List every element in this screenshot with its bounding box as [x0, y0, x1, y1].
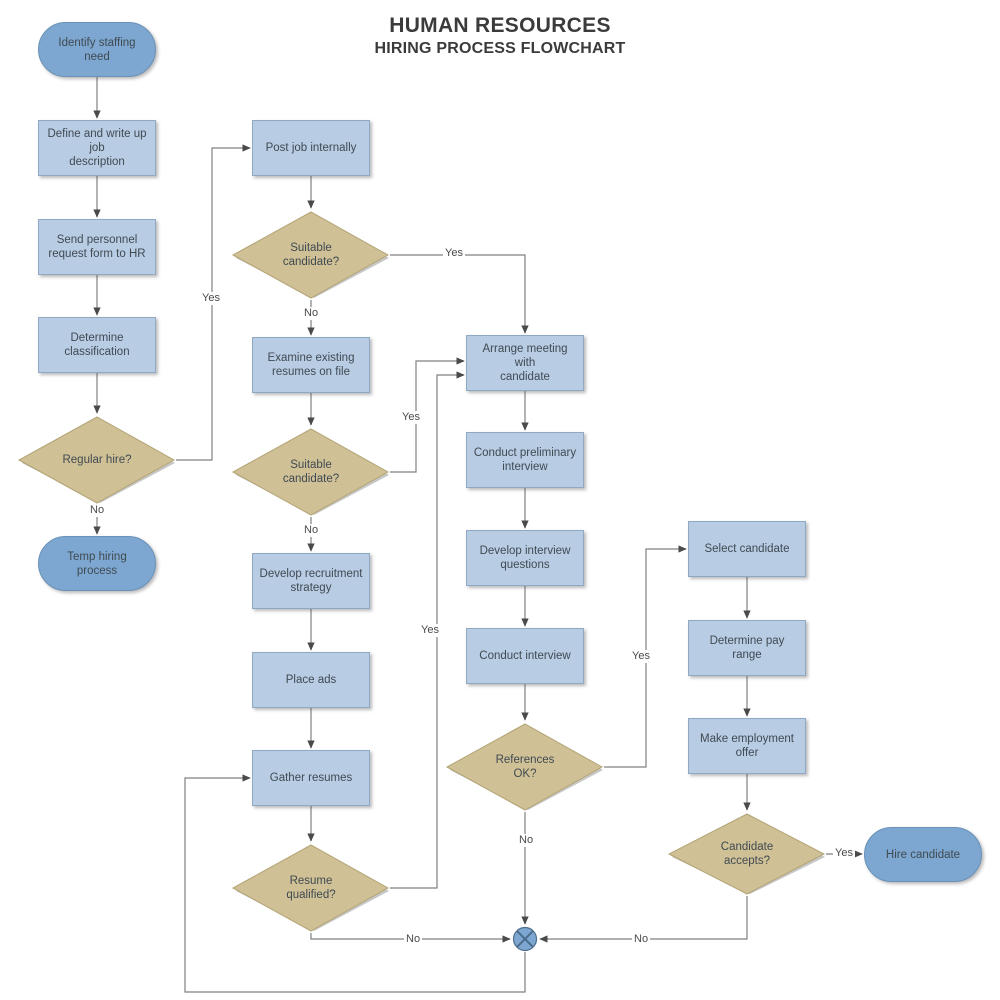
node-label: Suitable candidate? [282, 459, 340, 485]
node-label: Gather resumes [269, 772, 353, 784]
node-make_offer[interactable]: Make employment offer [688, 718, 806, 774]
node-temp_hiring[interactable]: Temp hiring process [38, 536, 156, 591]
chart-title-block: HUMAN RESOURCES HIRING PROCESS FLOWCHART [300, 14, 700, 58]
node-label: Hire candidate [885, 848, 961, 861]
edge-label-lbl_references_no: No [517, 834, 536, 847]
node-resume_qualified[interactable]: Resume qualified? [232, 843, 390, 933]
edge-label-lbl_references_yes: Yes [630, 650, 652, 663]
node-label: Conduct preliminary interview [473, 447, 577, 473]
node-conduct_interview[interactable]: Conduct interview [466, 628, 584, 684]
node-label: Post job internally [265, 142, 357, 154]
node-regular_hire[interactable]: Regular hire? [18, 415, 176, 505]
node-label: References OK? [495, 754, 555, 780]
node-examine_resumes[interactable]: Examine existing resumes on file [252, 337, 370, 393]
node-develop_strategy[interactable]: Develop recruitment strategy [252, 553, 370, 609]
node-suitable_1[interactable]: Suitable candidate? [232, 210, 390, 300]
node-references_ok[interactable]: References OK? [446, 722, 604, 812]
page-title: HUMAN RESOURCES [389, 14, 611, 37]
node-label: Examine existing resumes on file [267, 352, 355, 378]
node-label: Determine pay range [709, 635, 785, 661]
edge-label-lbl_regular_hire_no: No [88, 504, 107, 517]
node-label: Identify staffing need [58, 36, 136, 63]
node-label: Arrange meeting with candidate [482, 343, 568, 383]
node-gather_resumes[interactable]: Gather resumes [252, 750, 370, 806]
node-label: Send personnel request form to HR [48, 234, 146, 260]
node-determine_class[interactable]: Determine classification [38, 317, 156, 373]
node-prelim_interview[interactable]: Conduct preliminary interview [466, 432, 584, 488]
node-suitable_2[interactable]: Suitable candidate? [232, 427, 390, 517]
edge-label-lbl_resume_qual_yes: Yes [419, 624, 441, 637]
edge-label-lbl_suitable1_yes: Yes [443, 247, 465, 260]
node-merge_connector[interactable] [512, 926, 538, 952]
node-label: Determine classification [64, 332, 130, 358]
node-arrange_meeting[interactable]: Arrange meeting with candidate [466, 335, 584, 391]
node-label: Resume qualified? [286, 875, 336, 901]
node-label: Temp hiring process [67, 550, 127, 577]
edge-label-lbl_suitable2_yes: Yes [400, 411, 422, 424]
edge-label-lbl_accepts_yes: Yes [833, 847, 855, 860]
node-identify_need[interactable]: Identify staffing need [38, 22, 156, 77]
merge-connector-icon [512, 926, 538, 952]
node-label: Select candidate [704, 543, 790, 555]
node-label: Develop recruitment strategy [259, 568, 363, 594]
node-hire_candidate[interactable]: Hire candidate [864, 827, 982, 882]
node-label: Regular hire? [62, 454, 132, 466]
edge-label-lbl_regular_hire_yes: Yes [200, 292, 222, 305]
node-label: Define and write up job description [47, 128, 147, 168]
edge-label-lbl_suitable1_no: No [302, 307, 321, 320]
node-label: Suitable candidate? [282, 242, 340, 268]
node-post_job[interactable]: Post job internally [252, 120, 370, 176]
node-determine_pay[interactable]: Determine pay range [688, 620, 806, 676]
node-place_ads[interactable]: Place ads [252, 652, 370, 708]
edge-label-lbl_accepts_no: No [632, 933, 651, 946]
node-select_candidate[interactable]: Select candidate [688, 521, 806, 577]
page-subtitle: HIRING PROCESS FLOWCHART [374, 40, 626, 57]
node-label: Develop interview questions [479, 545, 571, 571]
node-label: Candidate accepts? [720, 841, 774, 867]
node-define_job[interactable]: Define and write up job description [38, 120, 156, 176]
node-label: Make employment offer [700, 733, 794, 759]
node-develop_questions[interactable]: Develop interview questions [466, 530, 584, 586]
flowchart-canvas: HUMAN RESOURCES HIRING PROCESS FLOWCHART… [0, 0, 1000, 1000]
node-label: Conduct interview [479, 650, 571, 662]
node-send_request[interactable]: Send personnel request form to HR [38, 219, 156, 275]
edge-label-lbl_suitable2_no: No [302, 524, 321, 537]
edge-label-lbl_resume_qual_no: No [404, 933, 423, 946]
node-label: Place ads [285, 674, 337, 686]
node-candidate_accepts[interactable]: Candidate accepts? [668, 812, 826, 896]
